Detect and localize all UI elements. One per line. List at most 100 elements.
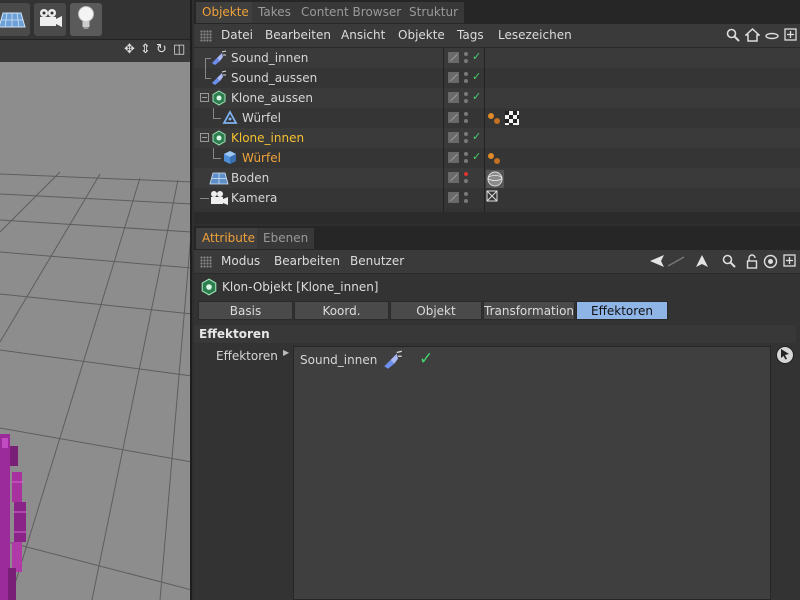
light-tool-button[interactable] (70, 3, 102, 36)
menu-modus[interactable]: Modus (221, 254, 260, 268)
tab-transformation[interactable]: Transformation (483, 301, 575, 320)
visibility-dots[interactable] (464, 51, 469, 65)
tab-basis[interactable]: Basis (198, 301, 293, 320)
menu-datei[interactable]: Datei (221, 28, 253, 42)
light-bulb-icon (76, 5, 96, 34)
menu-benutzer[interactable]: Benutzer (350, 254, 404, 268)
menu-bearbeiten[interactable]: Bearbeiten (274, 254, 340, 268)
visibility-dots[interactable] (464, 71, 469, 85)
layer-toggle[interactable] (448, 72, 459, 83)
tab-struktur[interactable]: Struktur (403, 2, 466, 23)
menu-bearbeiten[interactable]: Bearbeiten (265, 28, 331, 42)
viewport-3d[interactable]: ✥ ⇕ ↻ ◫ (0, 0, 192, 600)
tab-effektoren[interactable]: Effektoren (576, 301, 668, 320)
sound-effector-icon (211, 50, 227, 66)
tree-row-boden[interactable]: Boden (194, 168, 800, 188)
cube-icon (222, 150, 238, 166)
tree-line (213, 108, 214, 118)
object-name-label: Sound_innen (231, 51, 309, 65)
tree-row-wuerfel-innen[interactable]: Würfel ✓ (194, 148, 800, 168)
new-window-icon[interactable] (784, 28, 797, 46)
material-tag-icon[interactable] (486, 150, 502, 166)
enabled-checkmark-icon[interactable]: ✓ (472, 130, 481, 143)
tree-line (213, 148, 214, 158)
visibility-dots[interactable] (464, 171, 469, 185)
field-expand-arrow-icon[interactable]: ▶ (283, 348, 289, 357)
visibility-dots[interactable] (464, 131, 469, 145)
effector-list-item[interactable]: Sound_innen ✓ (294, 347, 770, 369)
tab-koord[interactable]: Koord. (294, 301, 389, 320)
cloner-icon (211, 130, 227, 146)
tab-content-browser[interactable]: Content Browser (295, 2, 409, 23)
tab-objekt[interactable]: Objekt (390, 301, 482, 320)
expander-toggle[interactable]: − (200, 93, 209, 102)
enabled-checkmark-icon[interactable]: ✓ (472, 150, 481, 163)
column-divider[interactable] (484, 48, 485, 212)
checker-tag-icon[interactable] (504, 110, 520, 126)
tree-row-klone-innen[interactable]: − Klone_innen ✓ (194, 128, 800, 148)
tree-row-wuerfel-aussen[interactable]: Würfel (194, 108, 800, 128)
floor-tool-button[interactable] (0, 3, 30, 36)
material-tag-icon[interactable] (486, 110, 502, 126)
layer-toggle[interactable] (448, 172, 459, 183)
tree-row-klone-aussen[interactable]: − Klone_aussen ✓ (194, 88, 800, 108)
tab-attribute[interactable]: Attribute (196, 228, 262, 249)
perspective-grid (0, 62, 190, 600)
enabled-checkmark-icon[interactable]: ✓ (472, 70, 481, 83)
tree-row-sound-aussen[interactable]: Sound_aussen ✓ (194, 68, 800, 88)
search-icon[interactable] (722, 254, 736, 273)
camera-icon (37, 7, 63, 32)
menu-grip-icon[interactable] (200, 30, 212, 42)
tab-objekte[interactable]: Objekte (196, 2, 256, 23)
column-divider[interactable] (443, 48, 444, 212)
effector-enabled-checkmark-icon[interactable]: ✓ (419, 349, 433, 369)
tab-ebenen[interactable]: Ebenen (257, 228, 316, 249)
object-title: Klon-Objekt [Klone_innen] (222, 280, 379, 294)
menu-ansicht[interactable]: Ansicht (341, 28, 385, 42)
home-icon[interactable] (744, 27, 761, 47)
attribute-tabbar: Attribute Ebenen (194, 226, 800, 250)
tree-row-kamera[interactable]: Kamera (194, 188, 800, 208)
enabled-checkmark-icon[interactable]: ✓ (472, 50, 481, 63)
back-arrow-icon[interactable] (649, 254, 665, 273)
visibility-dots[interactable] (464, 151, 469, 165)
floor-icon (209, 170, 229, 186)
tree-row-sound-innen[interactable]: Sound_innen ✓ (194, 48, 800, 68)
object-tree: Sound_innen ✓ Sound_aussen ✓ − Klone_aus… (194, 48, 800, 212)
layer-toggle[interactable] (448, 152, 459, 163)
chevron-icon[interactable] (765, 28, 779, 47)
expander-toggle[interactable]: − (200, 133, 209, 142)
layer-toggle[interactable] (448, 132, 459, 143)
cloner-icon (200, 278, 218, 299)
effector-picker-button[interactable] (776, 346, 794, 364)
maximize-icon[interactable]: ◫ (173, 43, 185, 57)
move-icon[interactable]: ✥ (124, 43, 135, 57)
menu-lesezeichen[interactable]: Lesezeichen (498, 28, 572, 42)
new-window-icon[interactable] (783, 254, 796, 272)
forward-arrow-icon[interactable] (667, 254, 685, 273)
layer-toggle[interactable] (448, 112, 459, 123)
tab-takes[interactable]: Takes (252, 2, 298, 23)
visibility-dots[interactable] (464, 111, 469, 125)
target-icon[interactable] (763, 254, 778, 274)
camera-tool-button[interactable] (34, 3, 66, 36)
lock-icon[interactable] (746, 254, 758, 274)
cloner-icon (211, 90, 227, 106)
enabled-checkmark-icon[interactable]: ✓ (472, 90, 481, 103)
layer-toggle[interactable] (448, 52, 459, 63)
menu-tags[interactable]: Tags (457, 28, 484, 42)
layer-toggle[interactable] (448, 92, 459, 103)
target-tag-icon[interactable] (486, 190, 502, 206)
visibility-dots[interactable] (464, 91, 469, 105)
zoom-icon[interactable]: ⇕ (140, 43, 151, 57)
layer-toggle[interactable] (448, 192, 459, 203)
effectors-list[interactable]: Sound_innen ✓ (293, 346, 771, 600)
menu-grip-icon[interactable] (200, 256, 212, 268)
search-icon[interactable] (726, 28, 740, 47)
visibility-dots[interactable] (464, 191, 469, 205)
rotate-icon[interactable]: ↻ (156, 43, 167, 57)
sphere-material-tag-icon[interactable] (486, 170, 504, 188)
object-name-label: Würfel (242, 151, 281, 165)
menu-objekte[interactable]: Objekte (398, 28, 445, 42)
up-arrow-icon[interactable] (695, 254, 709, 273)
